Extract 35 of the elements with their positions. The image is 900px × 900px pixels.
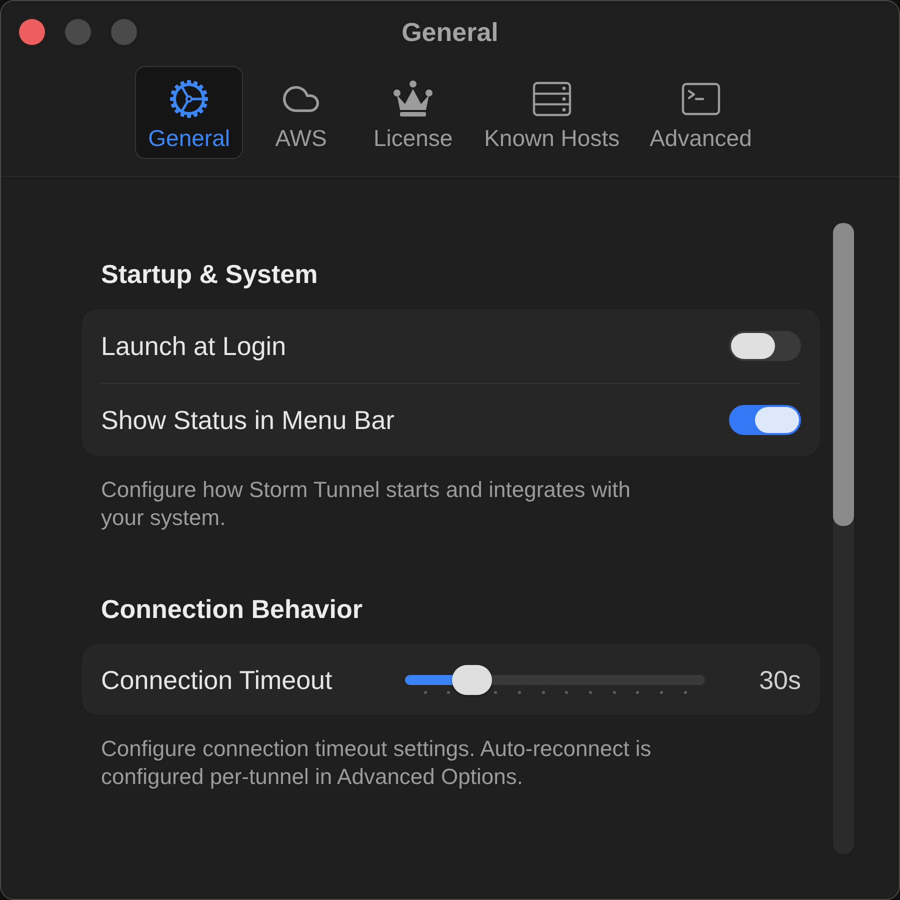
scrollbar-track[interactable] [833, 223, 854, 854]
close-button[interactable] [19, 19, 45, 45]
section-heading: Startup & System [100, 260, 319, 288]
scrollbar-thumb[interactable] [833, 223, 854, 526]
toolbar-tab[interactable]: AWS [247, 66, 356, 159]
window-title: General [402, 17, 498, 47]
setting-label: Connection Timeout [101, 664, 334, 694]
timeout-slider[interactable] [405, 664, 705, 694]
slider-tick [588, 690, 592, 694]
toolbar-tab[interactable]: General [135, 66, 244, 159]
server-icon [530, 79, 573, 119]
slider-tick [636, 690, 640, 694]
gear-icon [168, 79, 210, 119]
toggle-switch[interactable] [729, 405, 801, 435]
toolbar-tab[interactable]: Advanced [636, 66, 765, 159]
setting-label: Show Status in Menu Bar [101, 405, 394, 435]
slider-tick [518, 690, 522, 694]
slider-tick [542, 690, 545, 694]
toolbar-tab[interactable]: Known Hosts [471, 66, 633, 159]
section-description: Configure connection timeout settings. Auto-reconnect is configured per-tunnel in Advanced Options. [100, 735, 652, 791]
slider-tick [660, 690, 663, 694]
crown-icon [392, 79, 434, 119]
toolbar-tab[interactable]: License [359, 66, 468, 159]
slider-tick [684, 690, 686, 694]
slider-tick [447, 690, 450, 694]
section-heading: Connection Behavior [100, 595, 364, 623]
section-description: Configure how Storm Tunnel starts and integrates with your system. [100, 476, 632, 532]
slider-value: 30s [758, 664, 801, 694]
slider-tick [612, 690, 616, 694]
setting-label: Launch at Login [101, 331, 286, 361]
slider-tick [565, 690, 568, 694]
slider-thumb[interactable] [452, 664, 492, 694]
toggle-switch[interactable] [729, 331, 801, 361]
slider-tick [494, 690, 498, 694]
slider-tick [424, 690, 426, 694]
